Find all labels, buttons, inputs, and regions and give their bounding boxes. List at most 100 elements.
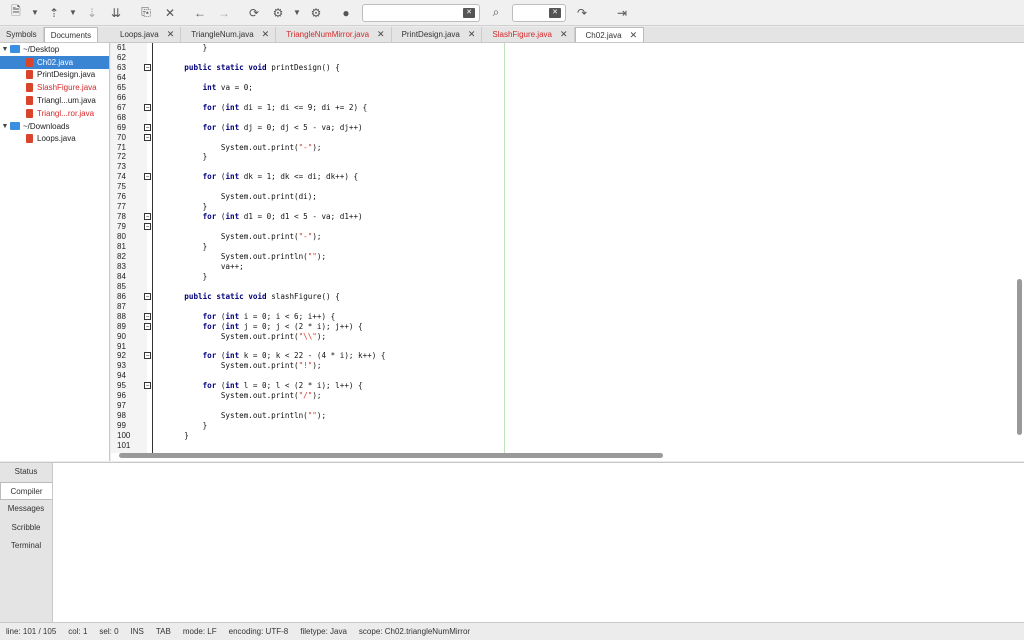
code-line[interactable]: 90 System.out.print("\\"); [111, 332, 1011, 342]
tab-terminal[interactable]: Terminal [0, 537, 52, 556]
fold-toggle-icon[interactable]: − [144, 173, 151, 181]
code-line[interactable]: 83 va++; [111, 262, 1011, 272]
code-line[interactable]: 96 System.out.print("/"); [111, 391, 1011, 401]
color-picker-button[interactable]: ● [334, 2, 358, 24]
tree-folder-downloads[interactable]: ▼ ~/Downloads [0, 120, 109, 133]
goto-line-input[interactable]: ✕ [512, 3, 566, 22]
code-line[interactable]: 80 System.out.print("-"); [111, 232, 1011, 242]
forward-button[interactable]: → [212, 2, 236, 24]
search-input[interactable]: ✕ [362, 3, 480, 22]
close-icon[interactable]: ✕ [167, 27, 175, 42]
code-editor[interactable]: 61 } 62 63− public static void printDesign… [111, 43, 1024, 461]
build-button[interactable]: ⚙ [266, 2, 290, 24]
fold-toggle-icon[interactable]: − [144, 63, 151, 71]
code-line[interactable]: 98 System.out.println(""); [111, 411, 1011, 421]
code-line[interactable]: 62 [111, 53, 1011, 63]
clear-goto-icon[interactable]: ✕ [549, 7, 561, 18]
open-file-dropdown[interactable]: ▼ [66, 2, 80, 24]
new-file-button[interactable]: 🗎 [4, 2, 28, 24]
code-line[interactable]: 85 [111, 282, 1011, 292]
tab-documents[interactable]: Documents [43, 27, 99, 42]
code-line[interactable]: 100 } [111, 431, 1011, 441]
tab-trianglenum-java[interactable]: TriangleNum.java ✕ [181, 27, 277, 42]
close-button[interactable]: ✕ [158, 2, 182, 24]
vertical-scrollbar[interactable] [1017, 279, 1022, 435]
close-icon[interactable]: ✕ [377, 27, 385, 42]
code-line[interactable]: 93 System.out.print("!"); [111, 361, 1011, 371]
code-line[interactable]: 77 } [111, 202, 1011, 212]
expand-arrow-icon[interactable]: ▼ [0, 46, 10, 53]
fold-toggle-icon[interactable]: − [144, 133, 151, 141]
tree-file-trianglenum[interactable]: Triangl...um.java [0, 94, 109, 107]
tree-file-slashfigure[interactable]: SlashFigure.java [0, 81, 109, 94]
tree-file-loops[interactable]: Loops.java [0, 133, 109, 146]
code-line[interactable]: 68 [111, 113, 1011, 123]
code-line[interactable]: 101 [111, 441, 1011, 451]
code-line[interactable]: 73 [111, 162, 1011, 172]
tab-slashfigure-java[interactable]: SlashFigure.java ✕ [482, 27, 575, 42]
close-icon[interactable]: ✕ [468, 27, 476, 42]
code-line[interactable]: 67 − for (int di = 1; di <= 9; di += 2) { [111, 103, 1011, 113]
jump-button[interactable]: ↷ [570, 2, 594, 24]
fold-toggle-icon[interactable]: − [144, 223, 151, 231]
code-line[interactable]: 86 − public static void slashFigure() { [111, 292, 1011, 302]
tab-messages[interactable]: Messages [0, 500, 52, 519]
tree-file-printdesign[interactable]: PrintDesign.java [0, 69, 109, 82]
quit-button[interactable]: ⇥ [610, 2, 634, 24]
code-line[interactable]: 76 System.out.print(di); [111, 192, 1011, 202]
tab-ch02-java[interactable]: Ch02.java ✕ [574, 27, 645, 43]
close-icon[interactable]: ✕ [262, 27, 270, 42]
new-file-dropdown[interactable]: ▼ [28, 2, 42, 24]
code-line[interactable]: 75 [111, 182, 1011, 192]
code-line[interactable]: 64 [111, 73, 1011, 83]
tab-printdesign-java[interactable]: PrintDesign.java ✕ [392, 27, 483, 42]
tab-compiler[interactable]: Compiler [0, 481, 52, 500]
reload-button[interactable]: ⟳ [242, 2, 266, 24]
horizontal-scrollbar[interactable] [119, 453, 663, 458]
code-line[interactable]: 78 − for (int d1 = 0; d1 < 5 - va; d1++) [111, 212, 1011, 222]
clear-search-icon[interactable]: ✕ [463, 7, 475, 18]
close-icon[interactable]: ✕ [630, 28, 638, 43]
code-line[interactable]: 91 [111, 342, 1011, 352]
save-button[interactable]: ⇣ [80, 2, 104, 24]
fold-toggle-icon[interactable]: − [144, 312, 151, 320]
tab-status[interactable]: Status [0, 463, 52, 482]
code-line[interactable]: 99 } [111, 421, 1011, 431]
fold-toggle-icon[interactable]: − [144, 292, 151, 300]
code-line[interactable]: 92 − for (int k = 0; k < 22 - (4 * i); k+… [111, 351, 1011, 361]
code-line[interactable]: 65 int va = 0; [111, 83, 1011, 93]
code-line[interactable]: 69 − for (int dj = 0; dj < 5 - va; dj++) [111, 123, 1011, 133]
save-all-button[interactable]: ⇊ [104, 2, 128, 24]
code-line[interactable]: 84 } [111, 272, 1011, 282]
fold-toggle-icon[interactable]: − [144, 382, 151, 390]
code-line[interactable]: 81 } [111, 242, 1011, 252]
code-line[interactable]: 82 System.out.println(""); [111, 252, 1011, 262]
fold-toggle-icon[interactable]: − [144, 213, 151, 221]
code-line[interactable]: 89 − for (int j = 0; j < (2 * i); j++) { [111, 322, 1011, 332]
code-line[interactable]: 95 − for (int l = 0; l < (2 * i); l++) { [111, 381, 1011, 391]
close-icon[interactable]: ✕ [560, 27, 568, 42]
back-button[interactable]: ← [188, 2, 212, 24]
fold-toggle-icon[interactable]: − [144, 103, 151, 111]
expand-arrow-icon[interactable]: ▼ [0, 123, 10, 130]
code-line[interactable]: 61 } [111, 43, 1011, 53]
find-button[interactable]: ⌕ [484, 2, 508, 24]
fold-toggle-icon[interactable]: − [144, 322, 151, 330]
code-line[interactable]: 66 [111, 93, 1011, 103]
tree-file-ch02[interactable]: Ch02.java [0, 55, 109, 69]
code-line[interactable]: 88 − for (int i = 0; i < 6; i++) { [111, 312, 1011, 322]
code-line[interactable]: 72 } [111, 152, 1011, 162]
code-line[interactable]: 70 − [111, 133, 1011, 143]
code-line[interactable]: 97 [111, 401, 1011, 411]
code-line[interactable]: 74 − for (int dk = 1; dk <= di; dk++) { [111, 172, 1011, 182]
tab-loops-java[interactable]: Loops.java ✕ [110, 27, 182, 42]
fold-toggle-icon[interactable]: − [144, 123, 151, 131]
code-line[interactable]: 63 − public static void printDesign() { [111, 63, 1011, 73]
code-line[interactable]: 94 [111, 371, 1011, 381]
open-file-button[interactable]: ⇡ [42, 2, 66, 24]
build-dropdown[interactable]: ▼ [290, 2, 304, 24]
tree-folder-desktop[interactable]: ▼ ~/Desktop [0, 43, 109, 56]
code-line[interactable]: 87 [111, 302, 1011, 312]
fold-toggle-icon[interactable]: − [144, 352, 151, 360]
revert-button[interactable]: ⎘ [134, 2, 158, 24]
